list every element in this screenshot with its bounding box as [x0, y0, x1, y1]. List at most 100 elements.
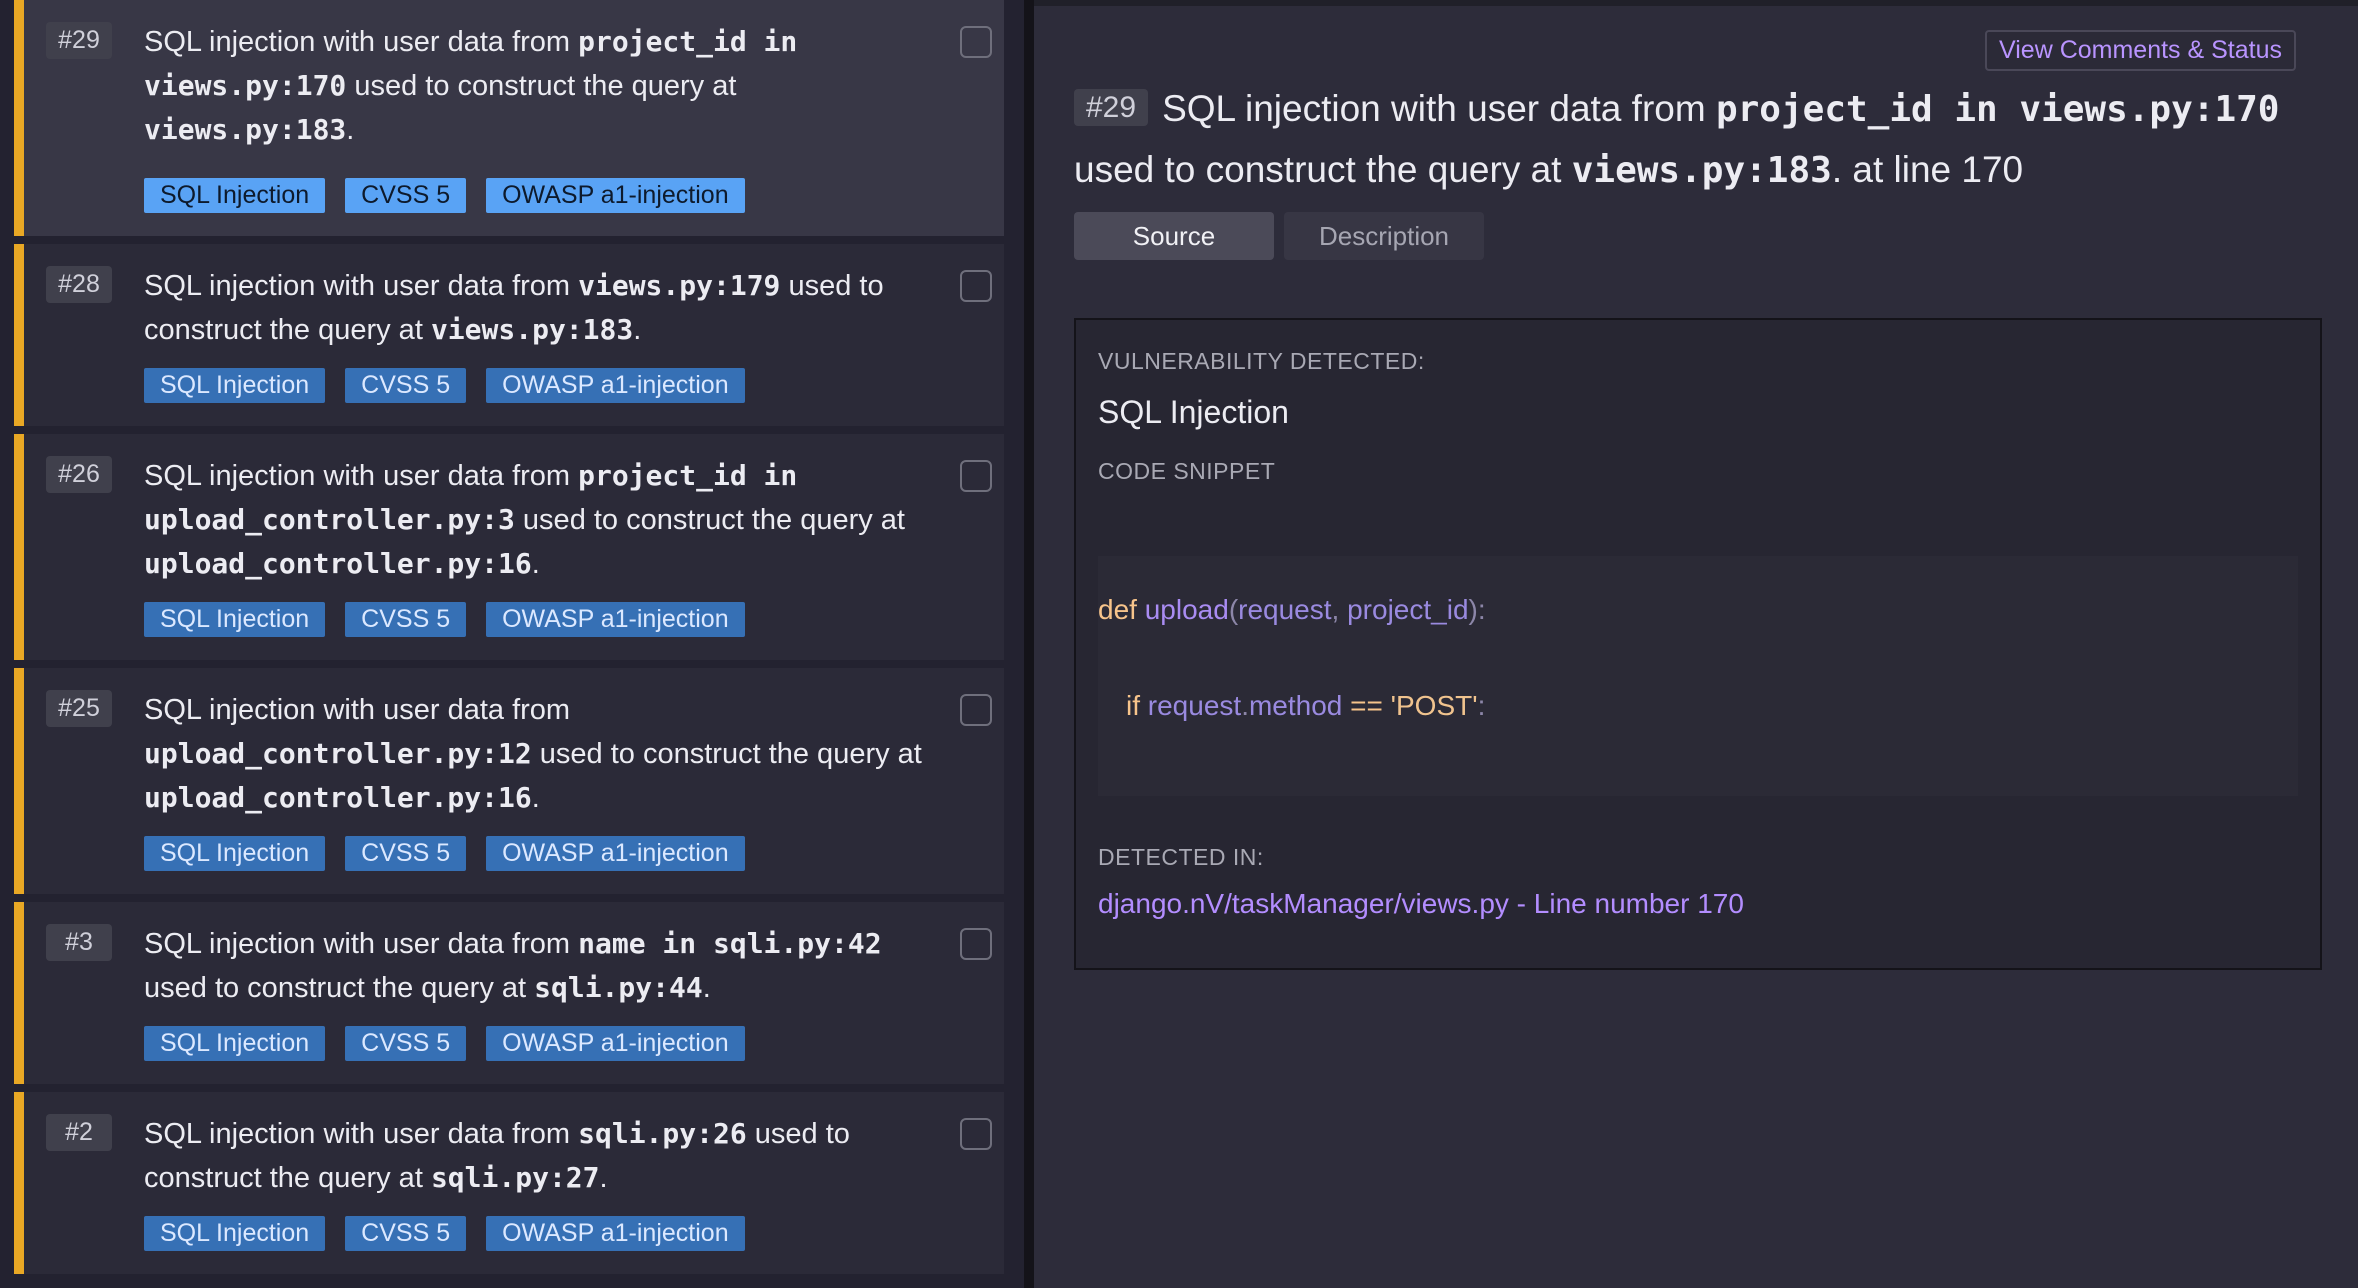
issue-title-text: SQL injection with user data from: [144, 270, 579, 302]
issue-title-code: sqli.py:44: [534, 971, 703, 1004]
issue-number-badge: #29: [46, 22, 112, 59]
code-punct: :: [1477, 690, 1486, 721]
issue-tag[interactable]: SQL Injection: [144, 178, 326, 213]
issue-title-text: used to construct the query at: [346, 70, 737, 102]
issue-tag[interactable]: CVSS 5: [345, 1216, 467, 1251]
issue-number-badge: #2: [46, 1114, 112, 1151]
detail-top-border: [1034, 0, 2358, 6]
code-punct: ):: [1468, 594, 1486, 625]
issue-title: SQL injection with user data from projec…: [144, 20, 924, 152]
issue-select-checkbox[interactable]: [960, 270, 992, 302]
issue-number-badge: #26: [46, 456, 112, 493]
issue-title: SQL injection with user data from upload…: [144, 688, 924, 820]
issue-tag[interactable]: CVSS 5: [345, 602, 467, 637]
issue-tags: SQL Injection CVSS 5 OWASP a1-injection: [144, 178, 745, 213]
issue-tag[interactable]: OWASP a1-injection: [486, 1216, 745, 1251]
issue-tag[interactable]: OWASP a1-injection: [486, 178, 745, 213]
issue-title-code: views.py:183: [144, 113, 347, 146]
code-string: 'POST': [1390, 690, 1478, 721]
code-snippet: def upload(request, project_id): if requ…: [1098, 556, 2298, 796]
issue-select-checkbox[interactable]: [960, 1118, 992, 1150]
pane-divider[interactable]: [1024, 0, 1034, 1288]
issue-title: SQL injection with user data from name i…: [144, 922, 924, 1010]
issue-title-text: SQL injection with user data from: [144, 694, 571, 726]
issue-card[interactable]: #26 SQL injection with user data from pro…: [14, 434, 1004, 660]
issue-select-checkbox[interactable]: [960, 26, 992, 58]
issue-card[interactable]: #3 SQL injection with user data from name…: [14, 902, 1004, 1084]
code-snippet-label: CODE SNIPPET: [1098, 458, 1276, 484]
issue-title-text: used to construct the query at: [144, 972, 535, 1004]
source-panel: VULNERABILITY DETECTED: SQL Injection CO…: [1074, 318, 2322, 970]
issue-title-text: used to construct the query at: [514, 504, 905, 536]
issue-title: SQL injection with user data from sqli.p…: [144, 1112, 924, 1200]
detail-title-code: project_id in views.py:170: [1715, 89, 2280, 130]
issue-select-checkbox[interactable]: [960, 928, 992, 960]
code-line: def upload(request, project_id):: [1098, 594, 1486, 626]
code-attribute: method: [1248, 690, 1343, 721]
detail-title-code: views.py:183: [1571, 150, 1832, 191]
issue-number-badge: #25: [46, 690, 112, 727]
detected-in-label: DETECTED IN:: [1098, 844, 1264, 870]
code-punct: (: [1228, 594, 1239, 625]
code-function: upload: [1144, 594, 1229, 625]
vulnerability-name: SQL Injection: [1098, 394, 1289, 430]
code-keyword: def: [1098, 594, 1137, 625]
issue-tag[interactable]: CVSS 5: [345, 836, 467, 871]
issue-tag[interactable]: OWASP a1-injection: [486, 602, 745, 637]
issue-tag[interactable]: CVSS 5: [345, 1026, 467, 1061]
detected-in-link[interactable]: django.nV/taskManager/views.py - Line nu…: [1098, 888, 1744, 920]
issue-title-text: SQL injection with user data from: [144, 460, 579, 492]
issue-title-code: name in sqli.py:42: [578, 927, 882, 960]
issue-select-checkbox[interactable]: [960, 694, 992, 726]
issue-title-text: .: [702, 972, 711, 1004]
issue-title-text: used to construct the query at: [531, 738, 922, 770]
issue-title: SQL injection with user data from projec…: [144, 454, 924, 586]
issue-title-text: .: [599, 1162, 608, 1194]
issue-title-text: .: [633, 314, 642, 346]
issue-title: SQL injection with user data from views.…: [144, 264, 924, 352]
code-punct: .: [1241, 690, 1249, 721]
code-operator: ==: [1342, 690, 1391, 721]
view-comments-status-button[interactable]: View Comments & Status: [1985, 30, 2296, 71]
issue-card[interactable]: #25 SQL injection with user data from upl…: [14, 668, 1004, 894]
issue-tag[interactable]: OWASP a1-injection: [486, 836, 745, 871]
issue-title-code: views.py:183: [430, 313, 634, 346]
vulnerability-label: VULNERABILITY DETECTED:: [1098, 348, 1425, 374]
issue-card[interactable]: #28 SQL injection with user data from vie…: [14, 244, 1004, 426]
code-keyword: if: [1126, 690, 1140, 721]
issue-title-text: SQL injection with user data from: [144, 26, 579, 58]
issue-tag[interactable]: SQL Injection: [144, 1026, 326, 1061]
detail-issue-number: #29: [1074, 89, 1149, 126]
issue-card[interactable]: #29 SQL injection with user data from pro…: [14, 0, 1004, 236]
issue-title-text: SQL injection with user data from: [144, 1118, 579, 1150]
issue-tag[interactable]: OWASP a1-injection: [486, 1026, 745, 1061]
issue-tags: SQL Injection CVSS 5 OWASP a1-injection: [144, 602, 745, 637]
code-param: request: [1238, 594, 1332, 625]
issue-title-code: views.py:179: [578, 269, 781, 302]
detail-title-text: . at line 170: [1831, 149, 2024, 190]
issue-tag[interactable]: SQL Injection: [144, 368, 326, 403]
tab-source[interactable]: Source: [1074, 212, 1274, 260]
issue-card[interactable]: #2 SQL injection with user data from sqli…: [14, 1092, 1004, 1274]
issue-number-badge: #28: [46, 266, 112, 303]
issue-title-text: .: [531, 782, 540, 814]
issue-tags: SQL Injection CVSS 5 OWASP a1-injection: [144, 1216, 745, 1251]
issue-tag[interactable]: SQL Injection: [144, 1216, 326, 1251]
issue-tags: SQL Injection CVSS 5 OWASP a1-injection: [144, 368, 745, 403]
issue-tag[interactable]: CVSS 5: [345, 368, 467, 403]
issue-tag[interactable]: CVSS 5: [345, 178, 467, 213]
code-object: request: [1147, 690, 1242, 721]
issue-select-checkbox[interactable]: [960, 460, 992, 492]
issue-tag[interactable]: SQL Injection: [144, 602, 326, 637]
detail-title-text: SQL injection with user data from: [1162, 88, 1716, 129]
code-line: if request.method == 'POST':: [1126, 690, 1485, 722]
issue-tag[interactable]: SQL Injection: [144, 836, 326, 871]
tab-description[interactable]: Description: [1284, 212, 1484, 260]
issue-title-code: sqli.py:26: [578, 1117, 747, 1150]
issue-title-text: SQL injection with user data from: [144, 928, 579, 960]
issue-title-code: upload_controller.py:16: [144, 547, 532, 580]
detail-title: #29 SQL injection with user data from pro…: [1074, 78, 2334, 201]
code-punct: ,: [1331, 594, 1348, 625]
issue-title-code: upload_controller.py:16: [144, 781, 532, 814]
issue-tag[interactable]: OWASP a1-injection: [486, 368, 745, 403]
